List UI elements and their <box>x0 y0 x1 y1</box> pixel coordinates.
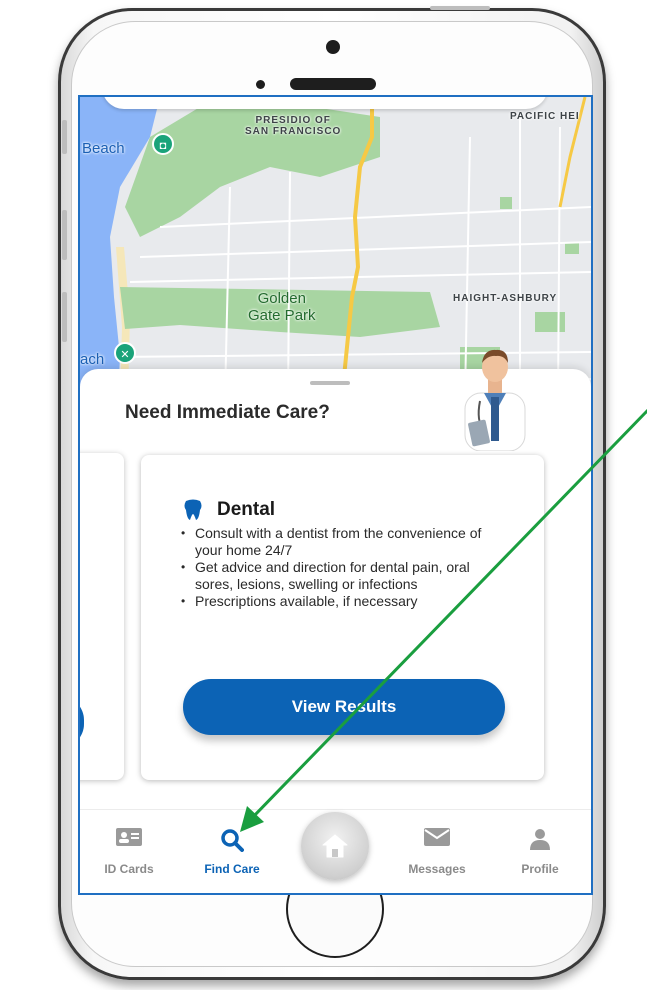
bottom-tab-bar: ID Cards Find Care Messages Profile <box>80 809 591 893</box>
map-label-pacific-heights: PACIFIC HEI <box>510 111 580 122</box>
tab-id-cards[interactable]: ID Cards <box>84 810 174 893</box>
bullet-item: Get advice and direction for dental pain… <box>181 559 501 593</box>
sheet-drag-handle[interactable] <box>310 381 350 385</box>
camera-poi-icon[interactable]: ◘ <box>152 133 174 155</box>
card-heading: Dental <box>183 499 275 521</box>
previous-card-button[interactable] <box>80 696 84 748</box>
tab-find-care[interactable]: Find Care <box>187 810 277 893</box>
id-card-icon <box>116 828 142 846</box>
bullet-item: Prescriptions available, if necessary <box>181 593 501 610</box>
volume-up-button <box>62 210 67 260</box>
front-camera <box>326 40 340 54</box>
doctor-illustration <box>464 349 526 451</box>
sheet-title: Need Immediate Care? <box>125 402 330 423</box>
bottom-sheet: Need Immediate Care? Dental Consult <box>80 349 591 809</box>
bullet-item: Consult with a dentist from the convenie… <box>181 525 501 559</box>
envelope-icon <box>424 828 450 846</box>
tab-profile[interactable]: Profile <box>495 810 585 893</box>
map-label-golden-gate-park: Golden Gate Park <box>248 290 316 324</box>
park-poi-icon[interactable]: ✕ <box>114 342 136 364</box>
tab-label: ID Cards <box>104 862 154 876</box>
tab-label: Find Care <box>204 862 260 876</box>
earpiece-speaker <box>290 78 376 90</box>
app-screen: PRESIDIO OF SAN FRANCISCO PACIFIC HEI Be… <box>78 95 593 895</box>
home-icon <box>322 834 348 858</box>
view-results-button[interactable]: View Results <box>183 679 505 735</box>
map-label-beach-bottom: ach <box>80 351 105 368</box>
tab-label: Messages <box>408 862 466 876</box>
person-icon <box>530 829 550 850</box>
map-label-presidio: PRESIDIO OF SAN FRANCISCO <box>245 115 342 137</box>
previous-care-card[interactable] <box>80 453 124 780</box>
proximity-sensor <box>256 80 265 89</box>
tab-messages[interactable]: Messages <box>392 810 482 893</box>
power-button <box>430 6 490 10</box>
tooth-icon <box>184 499 202 520</box>
home-button[interactable] <box>301 812 369 880</box>
card-title: Dental <box>217 499 276 520</box>
map-label-beach-top: Beach <box>82 140 125 157</box>
tab-label: Profile <box>521 862 559 876</box>
dental-care-card[interactable]: Dental Consult with a dentist from the c… <box>141 455 544 780</box>
map-label-haight-ashbury: HAIGHT-ASHBURY <box>453 293 558 304</box>
volume-down-button <box>62 292 67 342</box>
mute-switch <box>62 120 67 154</box>
card-bullet-list: Consult with a dentist from the convenie… <box>181 525 501 610</box>
phone-notch-edge <box>102 97 548 109</box>
search-icon <box>221 829 244 852</box>
